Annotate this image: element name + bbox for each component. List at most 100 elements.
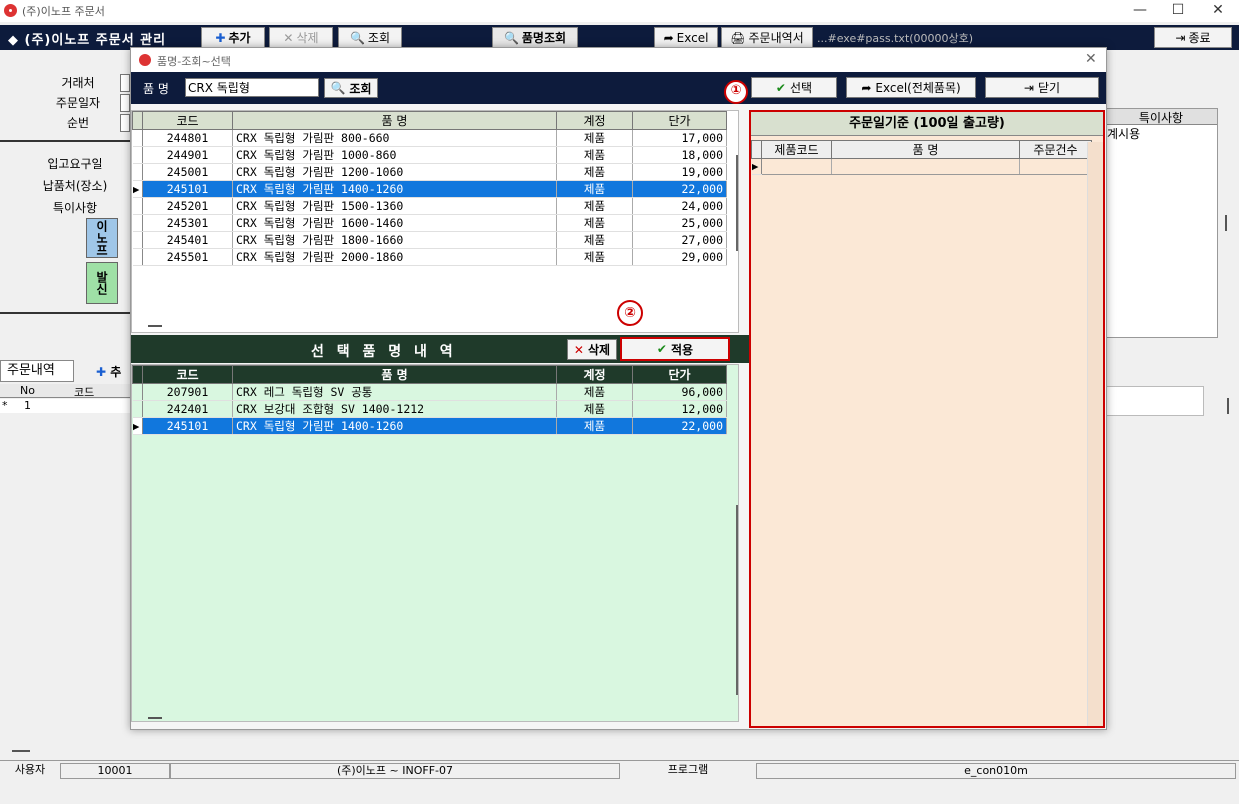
tab-orders[interactable]: 주문내역 [0, 360, 74, 382]
cell-account: 제품 [556, 248, 633, 266]
row-indicator [132, 146, 143, 164]
scroll-tick [1227, 398, 1229, 414]
window-close-button[interactable]: ✕ [1198, 0, 1238, 22]
header-indicator [132, 365, 143, 384]
orders-add-button[interactable]: ✚ 추 [96, 363, 121, 380]
customer-input[interactable] [120, 74, 130, 92]
magnifier-icon: 🔍 [349, 30, 365, 45]
order-history-panel: 주문일기준 (100일 출고량) 제품코드 품 명 주문건수 ▶ [749, 110, 1105, 728]
cell-price: 29,000 [632, 248, 727, 266]
select-button[interactable]: ✔ 선택 [751, 77, 837, 98]
divider [0, 312, 130, 314]
table-row[interactable]: ▶ 245101 CRX 독립형 가림판 1400-1260 제품 22,000 [132, 180, 727, 198]
header-indicator [751, 140, 762, 159]
table-row[interactable]: 244901 CRX 독립형 가림판 1000-860 제품 18,000 [132, 146, 727, 164]
note-header: 특이사항 [1105, 109, 1217, 125]
cell-name: CRX 독립형 가림판 1400-1260 [232, 180, 557, 198]
search-button[interactable]: 🔍 조회 [324, 78, 378, 98]
order-history-row[interactable]: ▶ [751, 158, 1092, 175]
cell-account: 제품 [556, 180, 633, 198]
dialog-close-icon[interactable]: ✕ [1085, 51, 1097, 67]
maximize-button[interactable]: ☐ [1158, 0, 1198, 22]
label-note: 특이사항 [52, 200, 98, 215]
side-box-sender: 발신 [86, 262, 118, 304]
cell-name: CRX 독립형 가림판 1600-1460 [232, 214, 557, 232]
search-bar: 품 명 🔍조회 ① ✔선택 ➦Excel(전체품목) ⇥닫기 [131, 72, 1106, 104]
order-history-scrollbar[interactable] [1087, 142, 1103, 726]
app-brand: ◆ (주)이노프 주문서 관리 [8, 33, 167, 48]
row-indicator: ▶ [132, 417, 143, 435]
row-indicator [132, 163, 143, 181]
header-code: 코드 [142, 365, 233, 384]
header-account: 계정 [556, 111, 633, 130]
form-labels-mid: 입고요구일 납품처(장소) 특이사항 [30, 152, 120, 218]
table-row[interactable]: 245001 CRX 독립형 가림판 1200-1060 제품 19,000 [132, 163, 727, 181]
search-input[interactable] [185, 78, 319, 97]
exit-button[interactable]: ⇥ 종료 [1154, 27, 1232, 48]
cell-price: 12,000 [632, 400, 727, 418]
cell-code: 244801 [142, 129, 233, 147]
magnifier-icon: 🔍 [503, 30, 519, 45]
export-icon: ➦ [861, 80, 872, 95]
cell-account: 제품 [556, 417, 633, 435]
table-row[interactable]: 245201 CRX 독립형 가림판 1500-1360 제품 24,000 [132, 197, 727, 215]
row-indicator [132, 231, 143, 249]
cell-price: 18,000 [632, 146, 727, 164]
cell-code: 245101 [142, 417, 233, 435]
cell-code: 245201 [142, 197, 233, 215]
col-no: No [20, 384, 35, 397]
excel-button[interactable]: ➦ Excel [654, 27, 718, 48]
cell-name: CRX 독립형 가림판 1400-1260 [232, 417, 557, 435]
file-path: ...#exe#pass.txt(00000상호) [817, 32, 974, 45]
table-row[interactable]: 242401 CRX 보강대 조합형 SV 1400-1212 제품 12,000 [132, 400, 727, 418]
scroll-tick [736, 155, 738, 251]
query-button[interactable]: 🔍 조회 [338, 27, 402, 48]
window-titlebar: (주)이노프 주문서 — ☐ ✕ [0, 0, 1239, 22]
resize-grip [148, 717, 162, 719]
header-price: 단가 [632, 111, 727, 130]
note-value: 계시용 [1107, 127, 1141, 141]
status-company: (주)이노프 ~ INOFF-07 [170, 763, 620, 779]
row-indicator [132, 400, 143, 418]
row-indicator [132, 383, 143, 401]
label-required-date: 입고요구일 [47, 156, 103, 171]
cell-account: 제품 [556, 197, 633, 215]
check-icon: ✔ [775, 80, 786, 95]
add-button[interactable]: ✚ 추가 [201, 27, 265, 48]
excel-all-button[interactable]: ➦ Excel(전체품목) [846, 77, 976, 98]
status-bar: 사용자 10001 (주)이노프 ~ INOFF-07 프로그램 e_con01… [0, 760, 1239, 780]
cell-account: 제품 [556, 214, 633, 232]
delete-button[interactable]: ✕ 삭제 [269, 27, 333, 48]
minimize-button[interactable]: — [1120, 0, 1160, 22]
selected-items-bar: 선 택 품 명 내 역 ✕ 삭제 ✔ 적용 [131, 335, 749, 363]
header-code: 코드 [142, 111, 233, 130]
status-user-label: 사용자 [2, 763, 58, 779]
table-row[interactable]: 245301 CRX 독립형 가림판 1600-1460 제품 25,000 [132, 214, 727, 232]
apply-button[interactable]: ✔ 적용 [620, 337, 730, 361]
order-date-input[interactable] [120, 94, 130, 112]
selected-grid-header: 코드 품 명 계정 단가 [132, 365, 727, 384]
cell-code: 245001 [142, 163, 233, 181]
check-icon: ✔ [656, 342, 667, 356]
table-row[interactable]: 207901 CRX 레그 독립형 SV 공통 제품 96,000 [132, 383, 727, 401]
cell-price: 27,000 [632, 231, 727, 249]
cell-price: 22,000 [632, 417, 727, 435]
search-label: 품 명 [143, 82, 169, 96]
table-row[interactable]: 244801 CRX 독립형 가림판 800-660 제품 17,000 [132, 129, 727, 147]
table-row[interactable]: ▶ 245101 CRX 독립형 가림판 1400-1260 제품 22,000 [132, 417, 727, 435]
order-detail-button[interactable]: 🖨 주문내역서 [721, 27, 813, 48]
orders-row[interactable]: * 1 [0, 399, 130, 413]
selected-delete-button[interactable]: ✕ 삭제 [567, 339, 617, 360]
marker-2: ② [617, 300, 643, 326]
row-indicator [132, 214, 143, 232]
table-row[interactable]: 245501 CRX 독립형 가림판 2000-1860 제품 29,000 [132, 248, 727, 266]
table-row[interactable]: 245401 CRX 독립형 가림판 1800-1660 제품 27,000 [132, 231, 727, 249]
item-query-button[interactable]: 🔍 품명조회 [492, 27, 578, 48]
header-indicator [132, 111, 143, 130]
header-account: 계정 [556, 365, 633, 384]
cell-price: 19,000 [632, 163, 727, 181]
item-grid-area: 코드 품 명 계정 단가 244801 CRX 독립형 가림판 800-660 제품… [131, 110, 739, 333]
cell-code: 245401 [142, 231, 233, 249]
seq-input[interactable] [120, 114, 130, 132]
close-button[interactable]: ⇥ 닫기 [985, 77, 1099, 98]
